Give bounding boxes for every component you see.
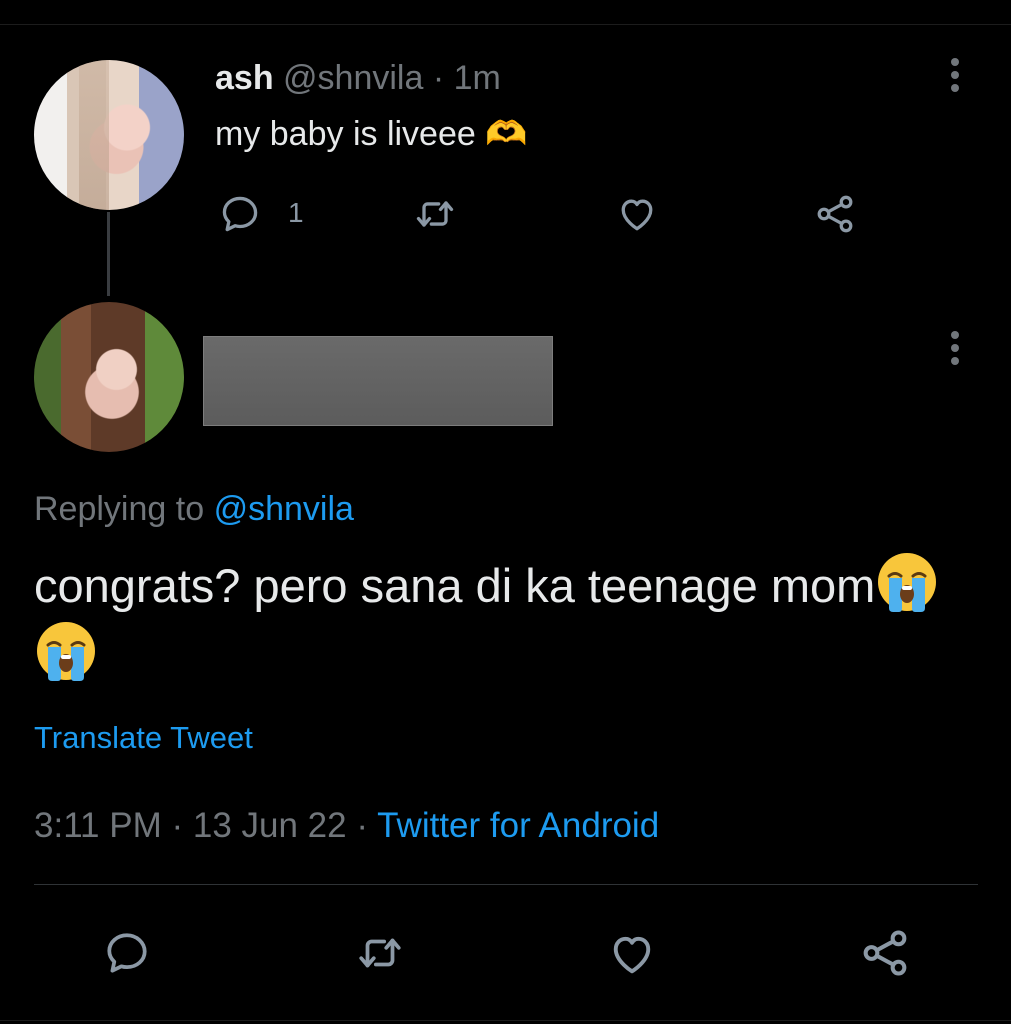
- author-name[interactable]: ash: [215, 59, 274, 97]
- like-heart-icon[interactable]: [602, 928, 662, 980]
- mention-link[interactable]: @shnvila: [214, 490, 354, 528]
- top-border: [0, 24, 1011, 25]
- retweet-icon[interactable]: [412, 192, 458, 236]
- loudly-crying-face-icon: [878, 553, 937, 612]
- retweet-icon[interactable]: [350, 928, 410, 978]
- reply-icon[interactable]: [100, 928, 154, 978]
- translate-tweet-link[interactable]: Translate Tweet: [34, 718, 253, 758]
- meta-separator: ·: [171, 806, 184, 845]
- thread-connector: [107, 212, 110, 296]
- meta-separator: ·: [356, 806, 369, 845]
- header-separator: ·: [432, 59, 445, 97]
- more-options-icon[interactable]: [950, 57, 960, 93]
- tweet-time[interactable]: 3:11 PM: [34, 806, 162, 845]
- reply-count: 1: [288, 197, 304, 228]
- parent-tweet-header: ash @shnvila · 1m: [215, 58, 501, 98]
- author-handle[interactable]: @shnvila: [283, 59, 423, 97]
- tweet-source-link[interactable]: Twitter for Android: [377, 806, 659, 845]
- reply-tweet-body: congrats? pero sana di ka teenage mom: [34, 550, 974, 688]
- share-icon[interactable]: [856, 926, 914, 980]
- replying-prefix: Replying to: [34, 490, 205, 528]
- more-options-icon[interactable]: [950, 330, 960, 366]
- redacted-username-block: [203, 336, 553, 426]
- parent-tweet-text: my baby is liveee 🫶: [215, 115, 528, 153]
- share-icon[interactable]: [812, 192, 858, 236]
- reply-icon[interactable]: [218, 192, 262, 236]
- reply-tweet-text: congrats? pero sana di ka teenage mom: [34, 559, 876, 612]
- avatar-ash[interactable]: [34, 60, 184, 210]
- tweet-metadata: 3:11 PM · 13 Jun 22 · Twitter for Androi…: [34, 804, 659, 848]
- bottom-border: [0, 1020, 1011, 1021]
- like-heart-icon[interactable]: [614, 192, 660, 236]
- tweet-time-ago[interactable]: 1m: [454, 59, 501, 97]
- loudly-crying-face-icon: [37, 622, 95, 681]
- tweet-date[interactable]: 13 Jun 22: [193, 806, 347, 845]
- replying-to-line: Replying to @shnvila: [34, 488, 354, 530]
- divider: [34, 884, 978, 885]
- avatar-replier[interactable]: [34, 302, 184, 452]
